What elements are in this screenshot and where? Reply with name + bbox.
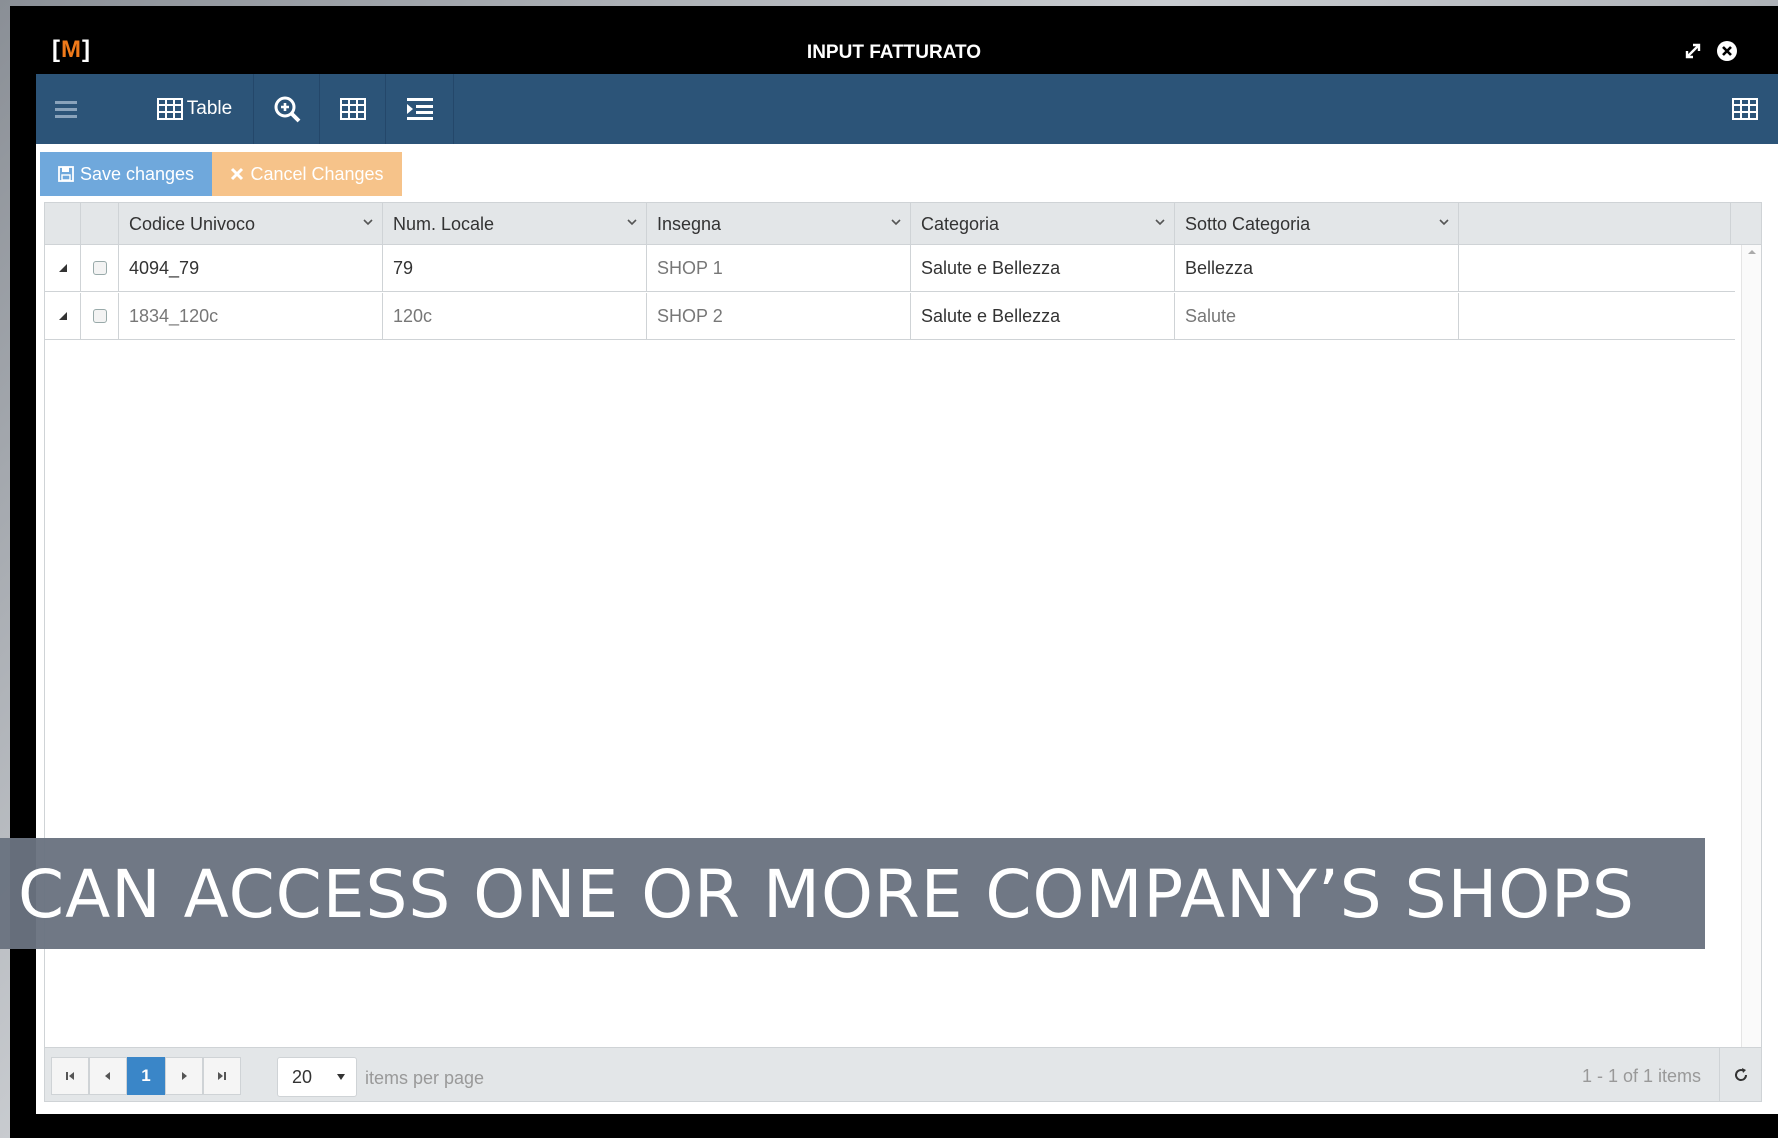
hamburger-menu-button[interactable] xyxy=(36,74,96,144)
zoom-in-icon xyxy=(274,96,300,123)
expand-triangle-icon xyxy=(58,264,67,272)
next-page-icon xyxy=(182,1072,187,1080)
save-changes-label: Save changes xyxy=(79,163,195,184)
table-icon xyxy=(156,98,183,120)
table-row[interactable]: 4094_79 79 SHOP 1 Salute e Bellezza Bell… xyxy=(45,245,1735,292)
chevron-down-icon xyxy=(891,219,901,226)
cancel-changes-label: Cancel Changes xyxy=(250,163,384,184)
indent-button[interactable] xyxy=(386,74,454,144)
pager-info: 1 - 1 of 1 items xyxy=(1581,1066,1701,1086)
expand-column-header xyxy=(45,203,81,245)
cell-insegna[interactable]: SHOP 1 xyxy=(647,245,911,291)
window-titlebar: [M] INPUT FATTURATO xyxy=(10,6,1778,74)
edit-actions: Save changes Cancel Changes xyxy=(40,152,402,196)
column-header-categoria[interactable]: Categoria xyxy=(911,203,1175,245)
cell-empty xyxy=(1459,293,1735,339)
main-toolbar: Table xyxy=(36,74,1778,144)
column-header-codice[interactable]: Codice Univoco xyxy=(119,203,383,245)
last-page-icon xyxy=(218,1072,226,1080)
cell-categoria[interactable]: Salute e Bellezza xyxy=(911,293,1175,339)
table-view-button[interactable]: Table xyxy=(136,74,254,144)
grid-icon xyxy=(339,98,366,120)
save-changes-button[interactable]: Save changes xyxy=(40,152,212,196)
row-select-cell xyxy=(81,293,119,339)
row-checkbox[interactable] xyxy=(92,261,107,275)
chevron-down-icon xyxy=(1155,219,1165,226)
column-header-empty xyxy=(1459,203,1731,245)
caption-banner: CAN ACCESS ONE OR MORE COMPANY’S SHOPS xyxy=(0,838,1705,949)
table-view-label: Table xyxy=(186,98,233,119)
page-1-button[interactable]: 1 xyxy=(127,1057,165,1095)
app-window-frame: [M] INPUT FATTURATO Table Save changes C… xyxy=(10,6,1778,1138)
column-header-num-locale[interactable]: Num. Locale xyxy=(383,203,647,245)
row-expander[interactable] xyxy=(45,293,81,339)
scroll-up-icon xyxy=(1748,250,1756,254)
next-page-button[interactable] xyxy=(165,1057,203,1095)
row-select-cell xyxy=(81,245,119,291)
cell-insegna[interactable]: SHOP 2 xyxy=(647,293,911,339)
cell-categoria[interactable]: Salute e Bellezza xyxy=(911,245,1175,291)
first-page-icon xyxy=(66,1072,74,1080)
cell-sotto-categoria[interactable]: Salute xyxy=(1175,293,1459,339)
refresh-icon xyxy=(1734,1068,1747,1081)
cell-codice[interactable]: 1834_120c xyxy=(119,293,383,339)
maximize-icon[interactable] xyxy=(1682,40,1704,62)
cell-num-locale[interactable]: 120c xyxy=(383,293,647,339)
chevron-down-icon xyxy=(1439,219,1449,226)
cell-sotto-categoria[interactable]: Bellezza xyxy=(1175,245,1459,291)
hamburger-icon xyxy=(55,101,77,118)
cancel-changes-button[interactable]: Cancel Changes xyxy=(212,152,402,196)
grid-pager: 1 20 items per page 1 - 1 of 1 items xyxy=(45,1047,1761,1102)
column-header-insegna[interactable]: Insegna xyxy=(647,203,911,245)
expand-triangle-icon xyxy=(58,312,67,320)
grid-button[interactable] xyxy=(320,74,386,144)
data-grid: Codice Univoco Num. Locale Insegna Categ… xyxy=(44,202,1762,1102)
row-expander[interactable] xyxy=(45,245,81,291)
cell-num-locale[interactable]: 79 xyxy=(383,245,647,291)
floppy-disk-icon xyxy=(58,166,74,182)
last-page-button[interactable] xyxy=(203,1057,241,1095)
prev-page-icon xyxy=(105,1072,110,1080)
refresh-button[interactable] xyxy=(1719,1048,1761,1102)
items-per-page-label: items per page xyxy=(365,1068,485,1088)
cell-empty xyxy=(1459,245,1735,291)
app-content: Table Save changes Cancel Changes Codice… xyxy=(36,74,1778,1114)
grid-header: Codice Univoco Num. Locale Insegna Categ… xyxy=(45,203,1761,245)
vertical-scrollbar[interactable] xyxy=(1741,245,1761,1049)
window-title: INPUT FATTURATO xyxy=(806,42,982,63)
row-checkbox[interactable] xyxy=(92,309,107,323)
indent-icon xyxy=(406,98,433,120)
first-page-button[interactable] xyxy=(51,1057,89,1095)
chevron-down-icon xyxy=(363,219,373,226)
columns-icon xyxy=(1732,98,1758,120)
cell-codice[interactable]: 4094_79 xyxy=(119,245,383,291)
caption-text: CAN ACCESS ONE OR MORE COMPANY’S SHOPS xyxy=(18,856,1635,933)
window-actions xyxy=(1682,40,1738,62)
select-column-header xyxy=(81,203,119,245)
column-chooser-button[interactable] xyxy=(1712,74,1778,144)
prev-page-button[interactable] xyxy=(89,1057,127,1095)
cross-icon xyxy=(231,167,244,181)
dropdown-caret-icon xyxy=(337,1074,345,1080)
chevron-down-icon xyxy=(627,219,637,226)
table-row[interactable]: 1834_120c 120c SHOP 2 Salute e Bellezza … xyxy=(45,293,1735,340)
column-header-sotto-categoria[interactable]: Sotto Categoria xyxy=(1175,203,1459,245)
page-size-select[interactable]: 20 xyxy=(277,1057,357,1097)
search-button[interactable] xyxy=(254,74,320,144)
close-icon[interactable] xyxy=(1716,40,1738,62)
